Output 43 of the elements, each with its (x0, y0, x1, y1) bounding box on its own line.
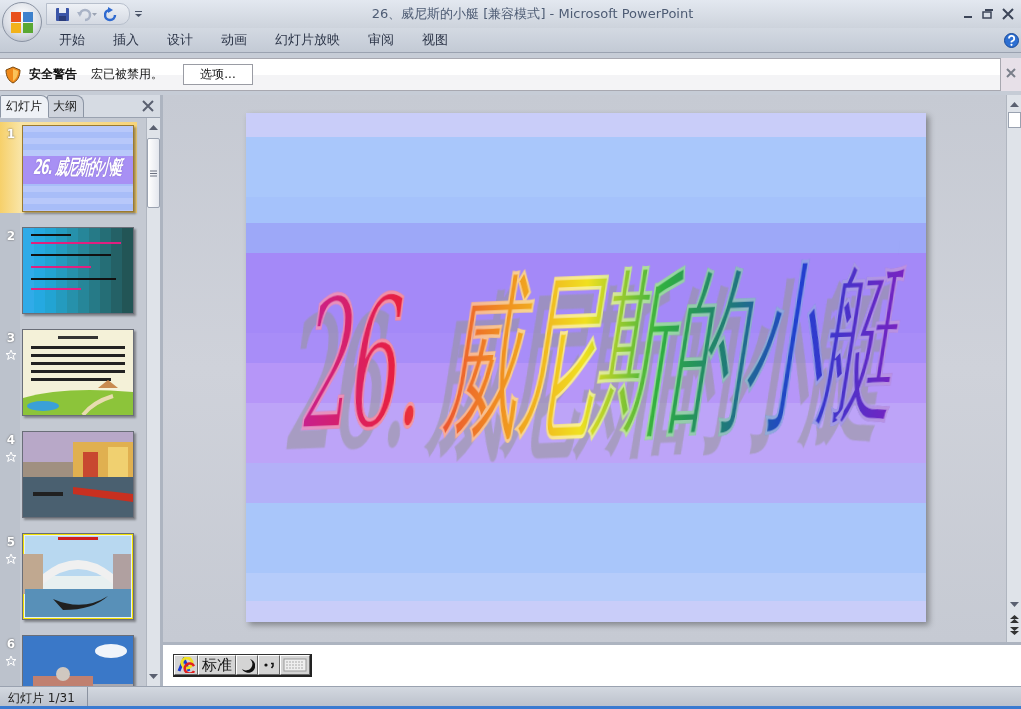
thumbnail-title: 26. 威尼斯的小艇 (32, 154, 124, 182)
slide-number: 6 (6, 637, 16, 651)
slide-number: 5 (6, 535, 16, 549)
slide-number: 3 (6, 331, 16, 345)
slide-number: 1 (6, 127, 16, 141)
previous-slide-icon[interactable] (1008, 614, 1020, 624)
scrollbar-thumb[interactable] (1007, 112, 1021, 128)
slide-number: 2 (6, 229, 16, 243)
save-icon[interactable] (55, 6, 70, 22)
scroll-up-icon[interactable] (1008, 99, 1020, 109)
ime-logo-icon[interactable] (177, 657, 195, 673)
moon-icon[interactable] (239, 657, 255, 673)
ribbon-tab[interactable]: 视图 (409, 27, 461, 53)
slide-number: 4 (6, 433, 16, 447)
ribbon-tab[interactable]: 开始 (46, 27, 98, 53)
input-mode-button[interactable]: 标准 (198, 655, 236, 675)
restore-icon[interactable] (981, 8, 995, 20)
scroll-up-icon[interactable] (148, 122, 159, 132)
scroll-down-icon[interactable] (148, 672, 159, 682)
warning-title: 安全警告 (29, 66, 77, 83)
next-slide-icon[interactable] (1008, 626, 1020, 636)
window-title: 26、威尼斯的小艇 [兼容模式] - Microsoft PowerPoint (370, 5, 695, 23)
ribbon-tab[interactable]: 设计 (154, 27, 206, 53)
office-button[interactable] (2, 2, 42, 42)
ribbon-tab[interactable]: 幻灯片放映 (262, 27, 353, 53)
scroll-down-icon[interactable] (1008, 600, 1020, 610)
ribbon-tab[interactable]: 插入 (100, 27, 152, 53)
redo-icon[interactable] (104, 6, 119, 22)
customize-caret-icon[interactable] (134, 9, 144, 19)
panel-tab[interactable]: 大纲 (47, 95, 84, 117)
scrollbar-thumb[interactable] (147, 138, 160, 208)
ribbon-tab[interactable]: 动画 (208, 27, 260, 53)
close-icon[interactable] (1001, 8, 1015, 20)
options-button[interactable]: 选项... (183, 64, 253, 85)
shield-icon (5, 65, 21, 84)
panel-tab[interactable]: 幻灯片 (0, 95, 49, 118)
ribbon-tab[interactable]: 审阅 (355, 27, 407, 53)
help-icon[interactable] (1004, 32, 1019, 48)
office-logo-icon (9, 9, 35, 35)
close-icon[interactable] (142, 100, 154, 112)
warning-message: 宏已被禁用。 (91, 66, 163, 83)
slide-counter: 幻灯片 1/31 (0, 687, 88, 706)
close-icon[interactable] (1005, 67, 1017, 79)
